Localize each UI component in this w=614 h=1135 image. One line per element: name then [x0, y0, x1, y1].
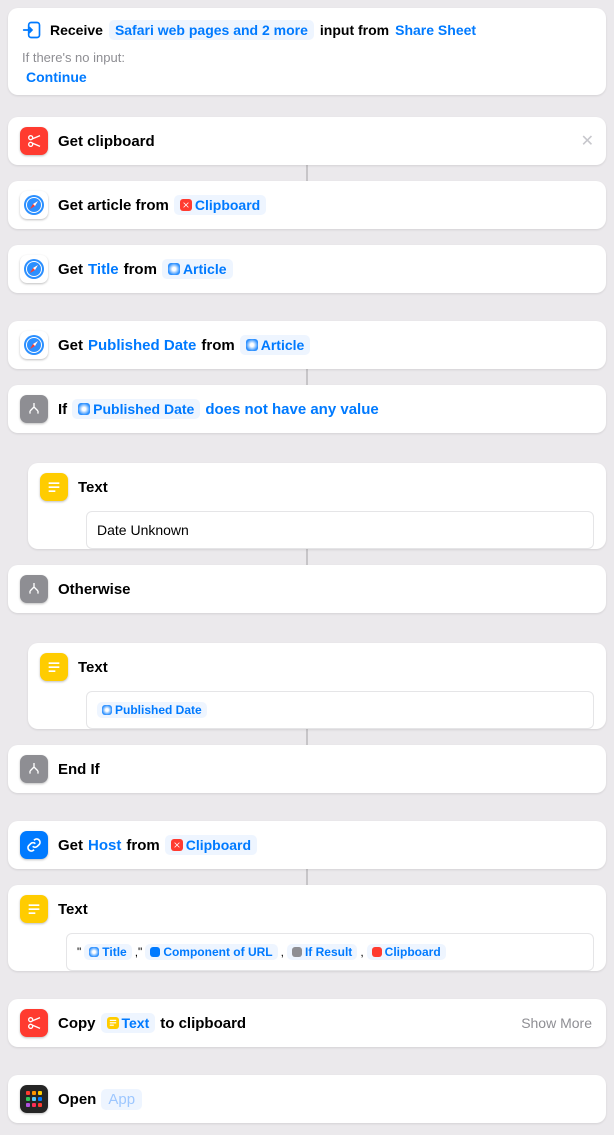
title-var-token[interactable]: Title: [84, 944, 131, 960]
if-action[interactable]: If Published Date does not have any valu…: [8, 385, 606, 433]
safari-icon: [20, 255, 48, 283]
show-more-button[interactable]: Show More: [521, 1015, 592, 1031]
receive-label: Receive: [50, 22, 103, 38]
input-from-label: input from: [320, 22, 389, 38]
get-clipboard-action[interactable]: Get clipboard ✕: [8, 117, 606, 165]
safari-mini-icon: [78, 403, 90, 415]
action-title: Get clipboard: [58, 133, 155, 150]
link-mini-icon: [150, 947, 160, 957]
text-content: Date Unknown: [97, 522, 189, 538]
connector: [8, 369, 606, 385]
component-url-token[interactable]: Component of URL: [145, 944, 277, 960]
open-app-action[interactable]: Open App: [8, 1075, 606, 1123]
get-published-date-action[interactable]: Get Published Date from Article: [8, 321, 606, 369]
safari-mini-icon: [168, 263, 180, 275]
text-field[interactable]: Date Unknown: [86, 511, 594, 549]
from-label: from: [124, 261, 157, 278]
otherwise-action[interactable]: Otherwise: [8, 565, 606, 613]
condition-token[interactable]: does not have any value: [205, 401, 378, 418]
get-host-action[interactable]: Get Host from Clipboard: [8, 821, 606, 869]
open-label: Open: [58, 1091, 96, 1108]
copy-clipboard-action[interactable]: Copy Text to clipboard Show More: [8, 999, 606, 1047]
clipboard-token[interactable]: Clipboard: [174, 195, 266, 215]
close-icon[interactable]: ✕: [581, 131, 594, 151]
separator: ,: [281, 945, 284, 959]
host-token[interactable]: Host: [88, 837, 121, 854]
no-input-label: If there's no input:: [22, 50, 594, 65]
get-label: Get: [58, 337, 83, 354]
safari-icon: [20, 191, 48, 219]
input-icon: [20, 18, 44, 42]
to-clipboard-label: to clipboard: [160, 1015, 246, 1032]
get-title-action[interactable]: Get Title from Article: [8, 245, 606, 293]
branch-mini-icon: [292, 947, 302, 957]
safari-icon: [20, 331, 48, 359]
text-action-2[interactable]: Text Published Date: [28, 643, 606, 729]
scissors-mini-icon: [171, 839, 183, 851]
safari-mini-icon: [102, 705, 112, 715]
connector: [8, 869, 606, 885]
safari-mini-icon: [89, 947, 99, 957]
share-sheet-token[interactable]: Share Sheet: [395, 22, 476, 38]
copy-label: Copy: [58, 1015, 96, 1032]
get-label: Get: [58, 261, 83, 278]
branch-icon: [20, 575, 48, 603]
text-field[interactable]: " Title ," Component of URL , If Result …: [66, 933, 594, 971]
clipboard-token[interactable]: Clipboard: [165, 835, 257, 855]
branch-icon: [20, 395, 48, 423]
title-token[interactable]: Title: [88, 261, 119, 278]
input-types-token[interactable]: Safari web pages and 2 more: [109, 20, 314, 40]
get-article-label: Get article from: [58, 197, 169, 214]
link-icon: [20, 831, 48, 859]
text-icon: [40, 473, 68, 501]
text-label: Text: [78, 659, 108, 676]
end-if-label: End If: [58, 761, 100, 778]
scissors-icon: [20, 1009, 48, 1037]
text-var-token[interactable]: Text: [101, 1013, 156, 1033]
published-date-var-token[interactable]: Published Date: [97, 702, 207, 718]
get-article-action[interactable]: Get article from Clipboard: [8, 181, 606, 229]
app-grid-icon: [20, 1085, 48, 1113]
app-placeholder-token[interactable]: App: [101, 1089, 142, 1110]
from-label: from: [126, 837, 159, 854]
scissors-icon: [20, 127, 48, 155]
published-date-var-token[interactable]: Published Date: [72, 399, 200, 419]
continue-option[interactable]: Continue: [26, 69, 594, 85]
end-if-action[interactable]: End If: [8, 745, 606, 793]
clipboard-token[interactable]: Clipboard: [367, 944, 446, 960]
if-result-token[interactable]: If Result: [287, 944, 357, 960]
text-icon: [40, 653, 68, 681]
quote: ": [77, 945, 81, 959]
otherwise-label: Otherwise: [58, 581, 131, 598]
receive-action[interactable]: Receive Safari web pages and 2 more inpu…: [8, 8, 606, 95]
branch-icon: [20, 755, 48, 783]
text-action-1[interactable]: Text Date Unknown: [28, 463, 606, 549]
from-label: from: [201, 337, 234, 354]
article-token[interactable]: Article: [240, 335, 311, 355]
text-label: Text: [78, 479, 108, 496]
get-label: Get: [58, 837, 83, 854]
published-date-token[interactable]: Published Date: [88, 337, 196, 354]
article-token[interactable]: Article: [162, 259, 233, 279]
safari-mini-icon: [246, 339, 258, 351]
connector: [8, 165, 606, 181]
scissors-mini-icon: [180, 199, 192, 211]
scissors-mini-icon: [372, 947, 382, 957]
if-label: If: [58, 401, 67, 418]
text-action-3[interactable]: Text " Title ," Component of URL , If Re…: [8, 885, 606, 971]
text-icon: [20, 895, 48, 923]
text-field[interactable]: Published Date: [86, 691, 594, 729]
text-label: Text: [58, 901, 88, 918]
separator: ,: [360, 945, 363, 959]
text-mini-icon: [107, 1017, 119, 1029]
separator: ,": [135, 945, 143, 959]
connector: [8, 729, 606, 745]
connector: [8, 549, 606, 565]
